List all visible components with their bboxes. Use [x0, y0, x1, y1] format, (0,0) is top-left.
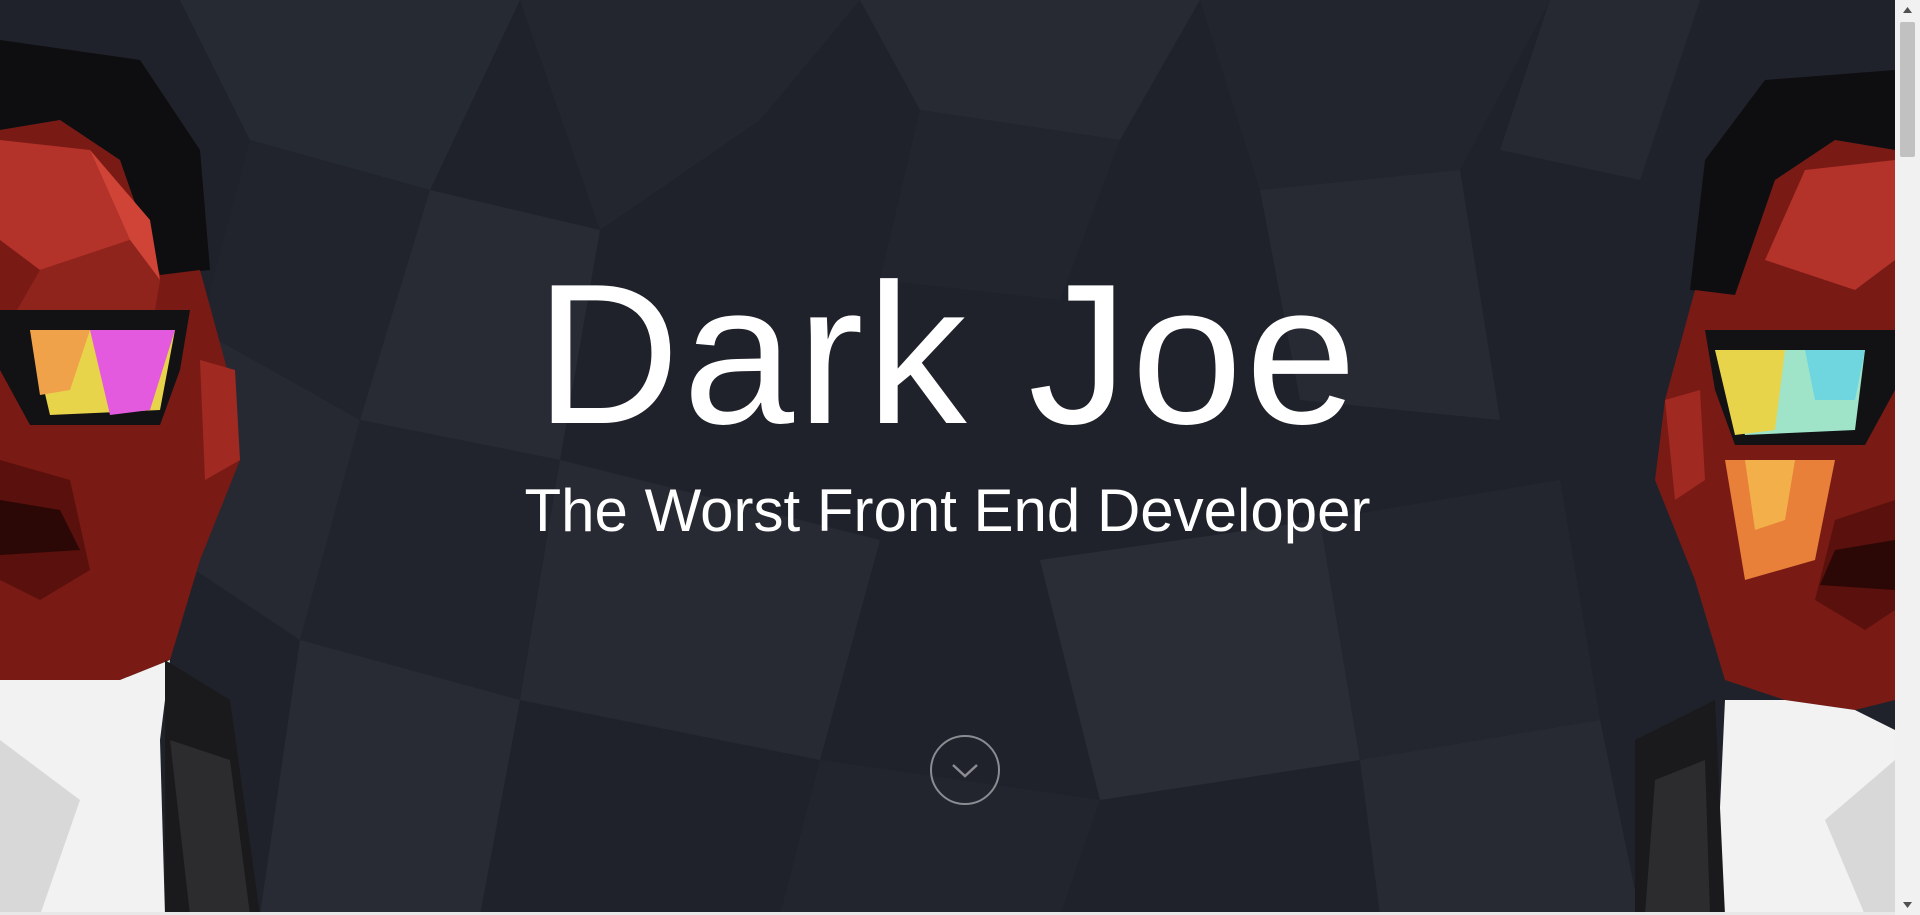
scrollbar-thumb[interactable]	[1900, 22, 1915, 157]
scroll-down-arrow-icon[interactable]	[1895, 895, 1920, 915]
scroll-up-arrow-icon[interactable]	[1895, 0, 1920, 20]
vertical-scrollbar[interactable]	[1895, 0, 1920, 915]
scroll-down-button[interactable]	[930, 735, 1000, 805]
hero-subtitle: The Worst Front End Developer	[524, 477, 1371, 544]
chevron-down-icon	[952, 764, 978, 778]
hero-title: Dark Joe	[535, 243, 1360, 466]
hero-section: Dark Joe The Worst Front End Developer	[0, 0, 1895, 915]
